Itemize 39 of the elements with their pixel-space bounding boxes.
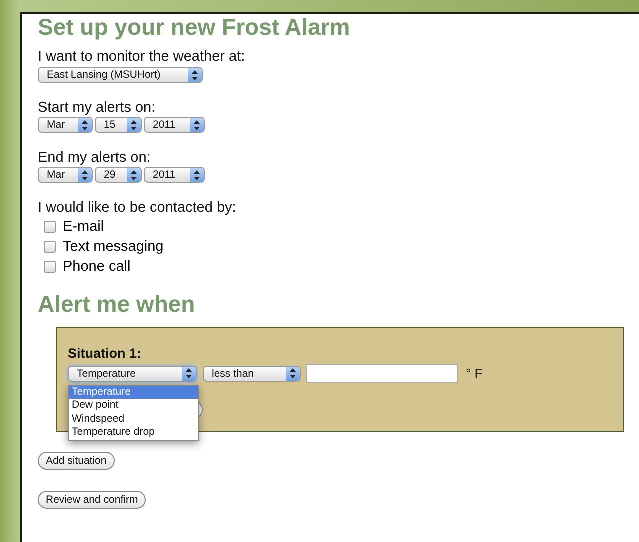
stepper-icon [78, 118, 92, 132]
add-situation-button[interactable]: Add situation [38, 452, 115, 470]
field-label: I want to monitor the weather at: [38, 49, 246, 66]
day-select[interactable]: 29 [95, 167, 142, 183]
stepper-icon [190, 168, 204, 182]
checkbox-label: Text messaging [63, 238, 164, 257]
unit-label: ° F [466, 366, 483, 381]
field-label: Start my alerts on: [38, 100, 157, 117]
field-label: End my alerts on: [38, 150, 152, 167]
checkbox-label: E-mail [63, 218, 104, 237]
year-select[interactable]: 2011 [144, 167, 205, 183]
dropdown-option[interactable]: Windspeed [69, 412, 198, 426]
field-label: I would like to be contacted by: [38, 200, 238, 217]
stepper-icon [78, 168, 92, 182]
stepper-icon [127, 168, 141, 182]
month-select[interactable]: Mar [38, 167, 93, 183]
checkbox[interactable] [44, 221, 56, 233]
stepper-icon [286, 366, 300, 380]
year-select[interactable]: 2011 [144, 117, 205, 133]
stepper-icon [190, 118, 204, 132]
review-button[interactable]: Review and confirm [38, 491, 146, 509]
section-heading: Alert me when [38, 291, 196, 317]
month-select[interactable]: Mar [38, 117, 93, 133]
situation-label: Situation 1: [68, 346, 142, 361]
variable-select[interactable]: Temperature [68, 366, 197, 382]
stepper-icon [182, 366, 196, 380]
checkbox-label: Phone call [63, 258, 131, 277]
value-input[interactable] [306, 364, 458, 383]
stepper-icon [188, 68, 202, 82]
location-select[interactable]: East Lansing (MSUHort) [38, 67, 203, 83]
page-title: Set up your new Frost Alarm [38, 14, 352, 40]
dropdown-option[interactable]: Temperature drop [69, 426, 198, 440]
checkbox[interactable] [44, 241, 56, 253]
comparison-select[interactable]: less than [203, 366, 301, 382]
dropdown-option[interactable]: Dew point [69, 399, 198, 412]
dropdown-option[interactable]: Temperature [69, 386, 198, 399]
stepper-icon [127, 118, 141, 132]
day-select[interactable]: 15 [95, 117, 142, 133]
checkbox[interactable] [44, 261, 56, 273]
